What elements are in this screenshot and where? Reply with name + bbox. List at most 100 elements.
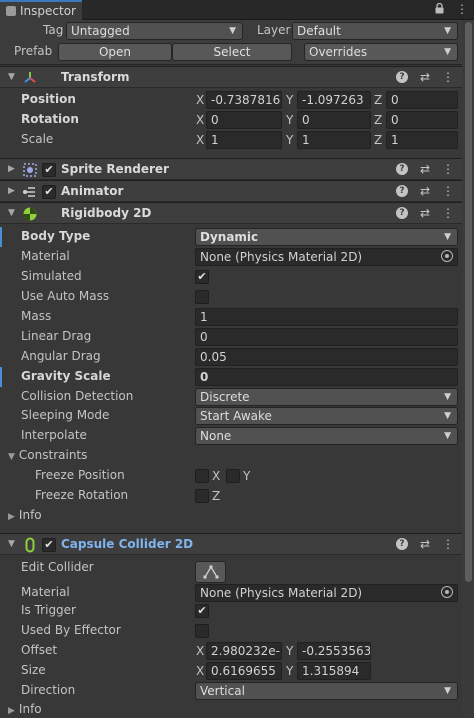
gravity-scale-field[interactable]: 0 — [195, 368, 458, 386]
help-icon[interactable]: ? — [395, 207, 408, 219]
sprite-renderer-enabled-checkbox[interactable]: ✔ — [42, 163, 56, 177]
position-x-field[interactable]: -0.7387816 — [206, 91, 282, 109]
sprite-renderer-title: Sprite Renderer — [61, 162, 169, 176]
sleeping-mode-dropdown[interactable]: Start Awake ▼ — [195, 407, 458, 425]
scale-label: Scale — [21, 132, 54, 146]
collision-detection-label: Collision Detection — [21, 389, 134, 403]
rotation-z-field[interactable]: 0 — [386, 111, 458, 129]
simulated-checkbox[interactable]: ✔ — [195, 270, 209, 284]
collision-detection-row: Collision Detection Discrete ▼ — [0, 387, 462, 407]
scale-x-field[interactable]: 1 — [206, 131, 282, 149]
tag-dropdown[interactable]: Untagged ▼ — [66, 22, 243, 40]
mass-field[interactable]: 1 — [195, 308, 458, 326]
is-trigger-checkbox[interactable]: ✔ — [195, 604, 209, 618]
help-icon[interactable]: ? — [395, 71, 408, 83]
freeze-position-y-checkbox[interactable] — [226, 469, 240, 483]
chevron-down-icon: ▼ — [444, 392, 451, 402]
constraints-row[interactable]: ▼ Constraints — [0, 446, 462, 466]
axis-z-label: Z — [212, 489, 221, 503]
rb-info-foldout[interactable]: ▶ Info — [8, 508, 42, 522]
linear-drag-field[interactable]: 0 — [195, 328, 458, 346]
component-menu-icon[interactable]: ⋮ — [442, 184, 454, 198]
edit-collider-button[interactable] — [195, 561, 226, 583]
layer-label: Layer — [257, 23, 291, 37]
layer-dropdown[interactable]: Default ▼ — [292, 22, 458, 40]
cc-material-value: None (Physics Material 2D) — [200, 586, 363, 600]
axis-y-label: Y — [286, 93, 294, 107]
foldout-expanded-icon[interactable]: ▼ — [8, 208, 15, 218]
collision-detection-dropdown[interactable]: Discrete ▼ — [195, 388, 458, 406]
cc-info-row[interactable]: ▶ Info — [0, 700, 462, 718]
foldout-collapsed-icon[interactable]: ▶ — [8, 164, 15, 174]
freeze-position-x-checkbox[interactable] — [195, 469, 209, 483]
position-z-field[interactable]: 0 — [386, 91, 458, 109]
foldout-expanded-icon[interactable]: ▼ — [8, 539, 15, 549]
rb-material-value: None (Physics Material 2D) — [200, 250, 363, 264]
component-menu-icon[interactable]: ⋮ — [442, 537, 454, 551]
constraints-foldout[interactable]: ▼ Constraints — [8, 448, 87, 462]
chevron-down-icon: ▼ — [444, 686, 451, 696]
sprite-renderer-header[interactable]: ▶ ✔ Sprite Renderer ? ⇄ ⋮ — [0, 158, 462, 180]
component-menu-icon[interactable]: ⋮ — [442, 162, 454, 176]
lock-icon[interactable] — [435, 2, 444, 14]
position-y-field[interactable]: -1.097263 — [297, 91, 371, 109]
cc-material-label: Material — [21, 585, 70, 599]
rb-material-field[interactable]: None (Physics Material 2D) — [195, 248, 458, 266]
prefab-open-button[interactable]: Open — [58, 43, 172, 61]
transform-title: Transform — [61, 70, 130, 84]
scale-z-field[interactable]: 1 — [386, 131, 458, 149]
rb-info-row[interactable]: ▶ Info — [0, 506, 462, 526]
size-y-field[interactable]: 1.315894 — [297, 662, 371, 680]
presets-icon[interactable]: ⇄ — [420, 184, 430, 198]
use-auto-mass-checkbox[interactable] — [195, 290, 209, 304]
size-x-field[interactable]: 0.6169655 — [206, 662, 282, 680]
animator-enabled-checkbox[interactable]: ✔ — [42, 185, 56, 199]
foldout-collapsed-icon[interactable]: ▶ — [8, 186, 15, 196]
presets-icon[interactable]: ⇄ — [420, 537, 430, 551]
cc-material-field[interactable]: None (Physics Material 2D) — [195, 584, 458, 602]
foldout-expanded-icon[interactable]: ▼ — [8, 72, 15, 82]
animator-header[interactable]: ▶ ✔ Animator ? ⇄ ⋮ — [0, 180, 462, 202]
cc-info-foldout[interactable]: ▶ Info — [8, 702, 42, 716]
help-icon[interactable]: ? — [395, 185, 408, 197]
collision-detection-value: Discrete — [200, 390, 250, 404]
scale-y-field[interactable]: 1 — [297, 131, 371, 149]
tab-menu-icon[interactable]: ⋮ — [456, 2, 468, 16]
object-picker-icon[interactable] — [441, 586, 453, 598]
prefab-select-button[interactable]: Select — [172, 43, 292, 61]
direction-value: Vertical — [200, 684, 245, 698]
help-icon[interactable]: ? — [395, 163, 408, 175]
angular-drag-row: Angular Drag 0.05 — [0, 347, 462, 367]
interpolate-dropdown[interactable]: None ▼ — [195, 427, 458, 445]
used-by-effector-checkbox[interactable] — [195, 624, 209, 638]
rotation-x-field[interactable]: 0 — [206, 111, 282, 129]
help-icon[interactable]: ? — [395, 538, 408, 550]
offset-x-field[interactable]: 2.980232e- — [206, 642, 282, 660]
component-menu-icon[interactable]: ⋮ — [442, 70, 454, 84]
sleeping-mode-value: Start Awake — [200, 409, 272, 423]
layer-value: Default — [297, 24, 341, 38]
direction-row: Direction Vertical ▼ — [0, 681, 462, 701]
presets-icon[interactable]: ⇄ — [420, 162, 430, 176]
component-menu-icon[interactable]: ⋮ — [442, 206, 454, 220]
rb-material-label: Material — [21, 249, 70, 263]
capsule-collider-enabled-checkbox[interactable]: ✔ — [42, 538, 56, 552]
inspector-tab[interactable]: Inspector — [0, 0, 82, 20]
object-picker-icon[interactable] — [441, 250, 453, 262]
rotation-y-field[interactable]: 0 — [297, 111, 371, 129]
presets-icon[interactable]: ⇄ — [420, 70, 430, 84]
offset-y-field[interactable]: -0.2553563 — [297, 642, 371, 660]
scrollbar-thumb[interactable] — [465, 22, 472, 582]
rigidbody2d-header[interactable]: ▼ Rigidbody 2D ? ⇄ ⋮ — [0, 202, 462, 224]
freeze-rotation-z-checkbox[interactable] — [195, 489, 209, 503]
angular-drag-field[interactable]: 0.05 — [195, 348, 458, 366]
animator-title: Animator — [61, 184, 124, 198]
freeze-position-row: Freeze Position X Y — [0, 466, 462, 486]
interpolate-label: Interpolate — [21, 428, 87, 442]
direction-dropdown[interactable]: Vertical ▼ — [195, 682, 458, 700]
body-type-dropdown[interactable]: Dynamic ▼ — [195, 228, 458, 246]
transform-header[interactable]: ▼ Transform ? ⇄ ⋮ — [0, 66, 462, 88]
presets-icon[interactable]: ⇄ — [420, 206, 430, 220]
prefab-overrides-dropdown[interactable]: Overrides ▼ — [304, 43, 458, 61]
capsule-collider2d-header[interactable]: ▼ ✔ Capsule Collider 2D ? ⇄ ⋮ — [0, 533, 462, 555]
